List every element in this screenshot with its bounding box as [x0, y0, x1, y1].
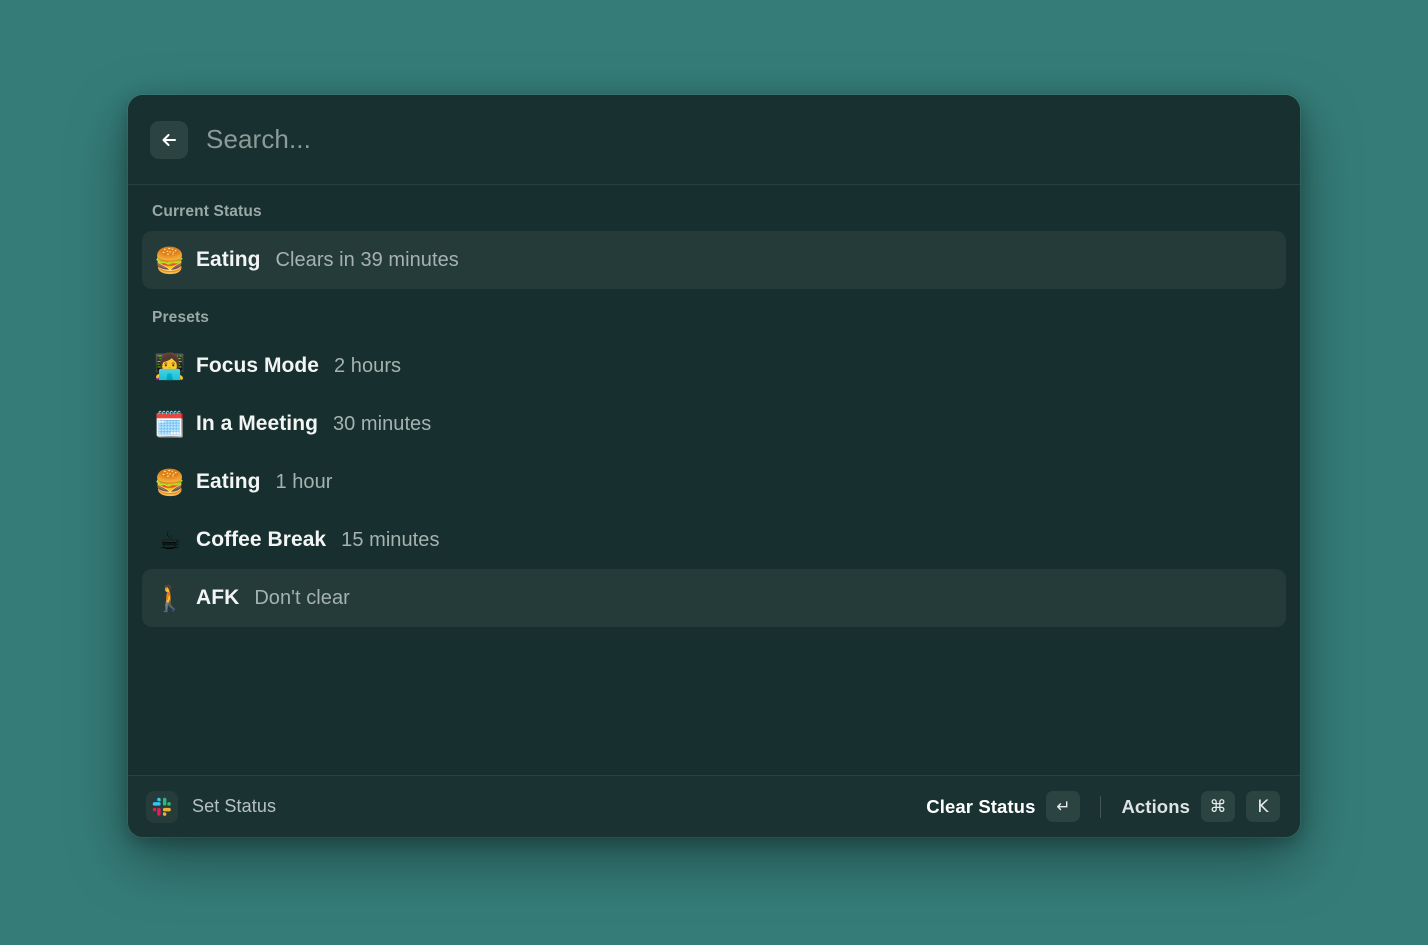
hamburger-emoji: 🍔	[154, 467, 186, 497]
k-key-badge[interactable]: K	[1246, 791, 1280, 822]
command-key-badge[interactable]: ⌘	[1201, 791, 1235, 822]
hamburger-emoji: 🍔	[154, 245, 186, 275]
list-item[interactable]: 🗓️ In a Meeting 30 minutes	[142, 395, 1286, 453]
footer-bar: Set Status Clear Status ↵ Actions ⌘ K	[128, 775, 1300, 837]
list-item-subtitle: Don't clear	[254, 586, 350, 609]
list-item[interactable]: 👩‍💻 Focus Mode 2 hours	[142, 337, 1286, 395]
list-item-title: Eating	[196, 470, 261, 493]
list-item[interactable]: 🚶 AFK Don't clear	[142, 569, 1286, 627]
clear-status-button[interactable]: Clear Status	[926, 796, 1035, 818]
results-list[interactable]: Current Status 🍔 Eating Clears in 39 minute…	[128, 185, 1300, 775]
footer-app-name: Set Status	[192, 796, 277, 816]
person-walking-emoji: 🚶	[154, 583, 186, 613]
list-item[interactable]: 🍔 Eating 1 hour	[142, 453, 1286, 511]
section-label-current-status: Current Status	[152, 203, 262, 220]
actions-button[interactable]: Actions	[1121, 796, 1190, 818]
technologist-emoji: 👩‍💻	[154, 351, 186, 381]
list-item-title: AFK	[196, 586, 240, 609]
list-item[interactable]: 🍔 Eating Clears in 39 minutes	[142, 231, 1286, 289]
footer-separator	[1100, 795, 1102, 818]
list-item-title: Coffee Break	[196, 528, 327, 551]
list-item[interactable]: ☕ Coffee Break 15 minutes	[142, 511, 1286, 569]
footer-app-info: Set Status	[146, 790, 277, 823]
list-item-subtitle: 30 minutes	[332, 412, 432, 435]
slack-icon	[146, 790, 178, 823]
command-palette-window: Current Status 🍔 Eating Clears in 39 minute…	[128, 95, 1300, 837]
arrow-left-icon	[159, 130, 179, 150]
list-item-title: In a Meeting	[196, 412, 318, 435]
list-item-subtitle: 15 minutes	[341, 528, 440, 551]
list-item-subtitle: Clears in 39 minutes	[275, 248, 459, 271]
section-label-presets: Presets	[152, 309, 210, 326]
list-item-title: Focus Mode	[196, 354, 320, 377]
footer-actions: Clear Status ↵ Actions ⌘ K	[926, 791, 1280, 822]
hot-beverage-emoji: ☕	[158, 525, 182, 555]
list-item-subtitle: 2 hours	[334, 354, 402, 377]
spiral-calendar-emoji: 🗓️	[154, 409, 186, 439]
enter-key-badge[interactable]: ↵	[1046, 791, 1081, 822]
list-item-subtitle: 1 hour	[275, 470, 333, 493]
search-bar	[128, 95, 1300, 185]
list-item-title: Eating	[196, 248, 261, 271]
search-input[interactable]	[188, 124, 1278, 155]
back-button[interactable]	[150, 120, 188, 159]
